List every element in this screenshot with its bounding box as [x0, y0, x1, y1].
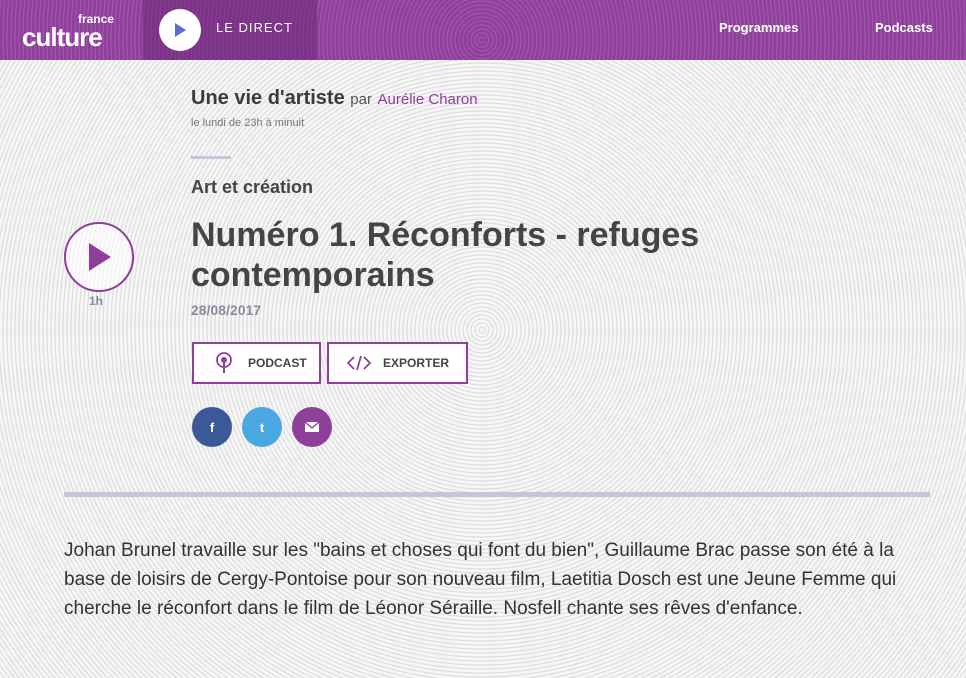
short-divider: [191, 156, 231, 159]
live-play-button[interactable]: [159, 9, 201, 51]
show-author-link[interactable]: Aurélie Charon: [378, 91, 478, 108]
facebook-icon: f: [209, 419, 215, 435]
export-button-label: EXPORTER: [383, 356, 450, 370]
show-header: Une vie d'artiste par Aurélie Charon: [191, 87, 478, 110]
top-navigation-bar: france culture LE DIRECT Programmes Podc…: [0, 0, 966, 60]
episode-duration: 1h: [89, 294, 104, 308]
export-button[interactable]: EXPORTER: [327, 342, 468, 384]
play-icon: [175, 23, 186, 37]
content-divider: [64, 492, 930, 497]
email-share-button[interactable]: [292, 407, 332, 447]
show-by-label: par: [350, 91, 372, 108]
live-label: LE DIRECT: [216, 20, 293, 35]
episode-play-button[interactable]: [64, 222, 134, 292]
mail-icon: [305, 422, 319, 432]
podcast-button-label: PODCAST: [248, 356, 307, 370]
nav-programmes[interactable]: Programmes: [719, 20, 798, 35]
twitter-icon: t: [259, 419, 265, 435]
episode-category[interactable]: Art et création: [191, 177, 313, 198]
episode-page: Une vie d'artiste par Aurélie Charon le …: [0, 60, 966, 678]
live-player[interactable]: LE DIRECT: [143, 0, 317, 60]
episode-description: Johan Brunel travaille sur les "bains et…: [64, 540, 897, 619]
show-title-link[interactable]: Une vie d'artiste: [191, 87, 345, 109]
france-culture-logo[interactable]: france culture: [22, 10, 122, 52]
show-schedule: le lundi de 23h à minuit: [191, 117, 305, 129]
play-icon: [89, 243, 111, 271]
code-icon: [347, 351, 371, 375]
episode-title: Numéro 1. Réconforts - refuges contempor…: [191, 216, 700, 294]
episode-date: 28/08/2017: [191, 302, 262, 318]
podcast-icon: [212, 351, 236, 375]
nav-podcasts[interactable]: Podcasts: [875, 20, 933, 35]
logo-line2: culture: [22, 22, 103, 52]
facebook-share-button[interactable]: f: [192, 407, 232, 447]
podcast-button[interactable]: PODCAST: [192, 342, 321, 384]
twitter-share-button[interactable]: t: [242, 407, 282, 447]
